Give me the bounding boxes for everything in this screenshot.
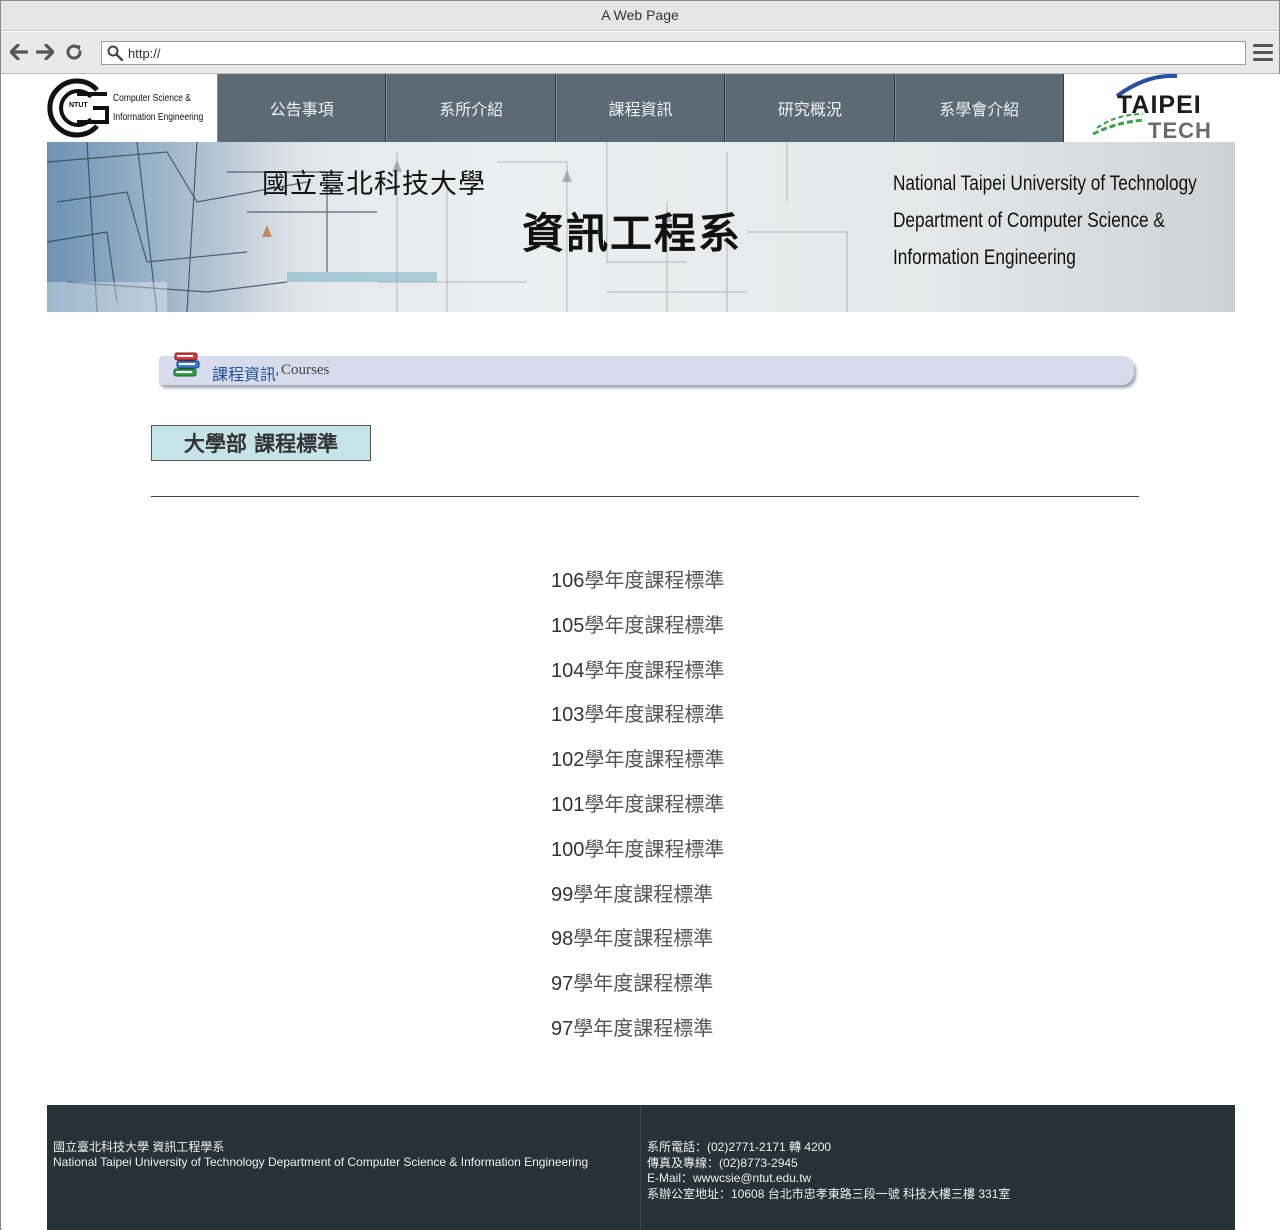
address-bar[interactable] xyxy=(101,41,1246,65)
course-label: 學年度課程標準 xyxy=(573,926,714,951)
course-label: 學年度課程標準 xyxy=(573,971,714,996)
taipei-tech-logo[interactable]: TAIPEI TECH xyxy=(1087,74,1235,143)
title-bar: A Web Page xyxy=(1,1,1279,31)
nav-item-courses[interactable]: 課程資訊 xyxy=(555,74,726,142)
section-title-en: Courses xyxy=(281,362,330,378)
nav-item-student-association[interactable]: 系學會介紹 xyxy=(894,74,1064,142)
course-link-101[interactable]: 101學年度課程標準 xyxy=(551,788,951,833)
banner: 國立臺北科技大學 資訊工程系 National Taipei Universit… xyxy=(47,142,1235,312)
logo-badge: NTUT xyxy=(69,102,88,109)
banner-english-name: National Taipei University of Technology… xyxy=(893,165,1197,276)
department-logo[interactable]: NTUT Computer Science & Information Engi… xyxy=(47,74,217,142)
course-link-97-b[interactable]: 97學年度課程標準 xyxy=(551,1012,951,1057)
books-icon xyxy=(173,352,200,377)
course-year: 105 xyxy=(551,614,585,637)
course-year: 104 xyxy=(551,659,585,682)
course-link-104[interactable]: 104學年度課程標準 xyxy=(551,654,951,699)
footer-phone: 系所電話：(02)2771-2171 轉 4200 xyxy=(647,1140,832,1154)
course-label: 學年度課程標準 xyxy=(584,836,725,861)
window-title: A Web Page xyxy=(601,7,679,23)
course-link-98[interactable]: 98學年度課程標準 xyxy=(551,922,951,967)
course-list: 106學年度課程標準 105學年度課程標準 104學年度課程標準 103學年度課… xyxy=(551,564,951,1057)
nav-item-research[interactable]: 研究概況 xyxy=(725,74,895,142)
course-label: 學年度課程標準 xyxy=(584,568,725,592)
search-icon xyxy=(107,45,123,61)
section-title-separator: , xyxy=(275,361,280,378)
browser-toolbar xyxy=(1,32,1279,74)
nav-item-about[interactable]: 系所介紹 xyxy=(386,74,556,142)
course-link-102[interactable]: 102學年度課程標準 xyxy=(551,743,951,788)
course-label: 學年度課程標準 xyxy=(584,702,725,727)
footer-contact-info: 系所電話：(02)2771-2171 轉 4200 傳真及專線：(02)8773… xyxy=(647,1140,1227,1202)
course-link-100[interactable]: 100學年度課程標準 xyxy=(551,833,951,878)
brand-top: TAIPEI xyxy=(1117,91,1202,119)
divider xyxy=(151,496,1139,497)
logo-text: Computer Science & Information Engineeri… xyxy=(113,89,203,127)
course-link-105[interactable]: 105學年度課程標準 xyxy=(551,609,951,654)
logo-line-2: Information Engineering xyxy=(113,112,204,123)
banner-en-line-3: Information Engineering xyxy=(893,246,1076,269)
main-nav: 公告事項 系所介紹 課程資訊 研究概況 系學會介紹 xyxy=(217,74,1064,142)
course-year: 97 xyxy=(551,1017,574,1040)
course-year: 97 xyxy=(551,973,574,996)
logo-line-1: Computer Science & xyxy=(113,93,191,104)
course-label: 學年度課程標準 xyxy=(573,1015,714,1040)
page-subtitle: 大學部 課程標準 xyxy=(151,425,371,461)
web-page: NTUT Computer Science & Information Engi… xyxy=(2,74,1280,1230)
course-year: 103 xyxy=(551,704,585,727)
hamburger-menu-icon[interactable] xyxy=(1253,44,1273,62)
course-year: 101 xyxy=(551,793,585,816)
section-title-bar: 課程資訊 , Courses xyxy=(159,352,1134,385)
brand-bottom: TECH xyxy=(1148,118,1212,143)
course-year: 98 xyxy=(551,928,574,951)
browser-window: A Web Page NTUT xyxy=(0,0,1280,1230)
url-input[interactable] xyxy=(128,46,1228,61)
site-header: NTUT Computer Science & Information Engi… xyxy=(47,74,1235,143)
banner-department-name: 資訊工程系 xyxy=(522,209,743,258)
banner-en-line-1: National Taipei University of Technology xyxy=(893,172,1197,195)
course-link-97[interactable]: 97學年度課程標準 xyxy=(551,967,951,1012)
footer-separator xyxy=(640,1105,641,1230)
banner-university-name: 國立臺北科技大學 xyxy=(262,169,486,200)
footer-email[interactable]: E-Mail：wwwcsie@ntut.edu.tw xyxy=(647,1171,1227,1187)
course-year: 102 xyxy=(551,749,585,772)
course-label: 學年度課程標準 xyxy=(584,791,725,816)
course-label: 學年度課程標準 xyxy=(584,657,725,682)
course-link-99[interactable]: 99學年度課程標準 xyxy=(551,878,951,923)
forward-arrow-icon[interactable] xyxy=(35,42,55,62)
footer-org-info: 國立臺北科技大學 資訊工程學系 National Taipei Universi… xyxy=(53,1140,638,1170)
footer-address: 系辦公室地址：10608 台北市忠孝東路三段一號 科技大樓三樓 331室 xyxy=(647,1186,1011,1201)
course-label: 學年度課程標準 xyxy=(584,612,725,637)
footer-fax: 傳真及專線：(02)8773-2945 xyxy=(647,1155,798,1170)
back-arrow-icon[interactable] xyxy=(9,42,29,62)
site-footer: 國立臺北科技大學 資訊工程學系 National Taipei Universi… xyxy=(47,1105,1235,1230)
course-link-103[interactable]: 103學年度課程標準 xyxy=(551,698,951,743)
nav-item-announcements[interactable]: 公告事項 xyxy=(217,74,387,142)
banner-en-line-2: Department of Computer Science & xyxy=(893,209,1165,232)
footer-name-cn: 國立臺北科技大學 資訊工程學系 xyxy=(53,1140,225,1154)
footer-name-en: National Taipei University of Technology… xyxy=(53,1155,589,1169)
course-link-106[interactable]: 106學年度課程標準 xyxy=(551,564,951,609)
course-label: 學年度課程標準 xyxy=(573,881,714,906)
course-year: 106 xyxy=(551,570,585,592)
reload-icon[interactable] xyxy=(64,42,84,62)
course-year: 99 xyxy=(551,883,574,906)
course-year: 100 xyxy=(551,838,585,861)
section-title-cn: 課程資訊 xyxy=(212,367,277,384)
course-label: 學年度課程標準 xyxy=(584,747,725,772)
